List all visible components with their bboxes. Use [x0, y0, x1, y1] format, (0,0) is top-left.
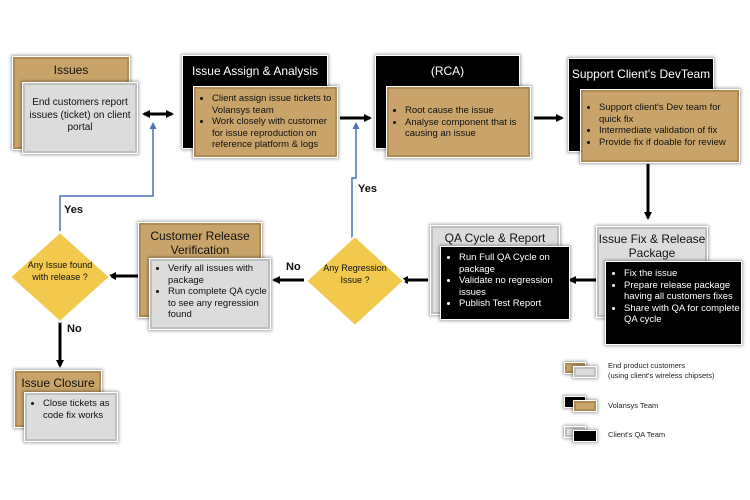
bullet: Support client's Dev team for quick fix [599, 102, 739, 125]
node-qa-title: QA Cycle & Report [444, 231, 546, 245]
node-issues-title: Issues [53, 63, 89, 77]
legend-label-customers: End product customers (using client's wi… [608, 361, 714, 381]
legend-swatch-volansys-front [573, 400, 597, 412]
bullet: Validate no regression issues [459, 275, 569, 298]
bullet: Work closely with customer for issue rep… [212, 116, 337, 151]
node-fix-title: Issue Fix & Release Package [598, 232, 706, 260]
legend-swatch-customers-front [573, 366, 597, 378]
node-closure-bullets: Close tickets as code fix works [25, 398, 117, 421]
label-no-regression: No [286, 261, 301, 273]
node-verify-bullets: Verify all issues with package Run compl… [150, 263, 270, 321]
legend-label-qa: Client's QA Team [608, 430, 666, 439]
node-closure-title: Issue Closure [21, 376, 95, 390]
node-rca-title: (RCA) [430, 64, 465, 78]
bullet: Client assign issue tickets to Volansys … [212, 93, 337, 116]
bullet: Run Full QA Cycle on package [459, 252, 569, 275]
label-yes-release: Yes [64, 204, 83, 216]
node-assign-title: Issue Assign & Analysis [191, 64, 319, 78]
node-verify-title: Customer Release Verification [150, 229, 250, 257]
node-support-bullets: Support client's Dev team for quick fix … [581, 102, 739, 148]
bullet: Publish Test Report [459, 298, 569, 310]
bullet: Run complete QA cycle to see any regress… [168, 286, 270, 321]
node-rca-bullets: Root cause the issue Analyse component t… [387, 105, 530, 140]
label-yes-regression: Yes [358, 183, 377, 195]
decision-release: Any Issue found with release ? [27, 260, 93, 282]
bullet: Intermediate validation of fix [599, 125, 739, 137]
node-assign-bullets: Client assign issue tickets to Volansys … [194, 93, 337, 151]
legend-label: End product customers [608, 361, 686, 370]
decision-regression: Any Regression Issue ? [323, 263, 387, 285]
bullet: Provide fix if doable for review [599, 137, 739, 149]
bullet: Fix the issue [624, 268, 741, 280]
legend-sublabel: (using client's wireless chipsets) [608, 371, 715, 380]
legend-swatch-qa-front [573, 430, 597, 442]
label-no-release: No [67, 323, 82, 335]
node-fix-bullets: Fix the issue Prepare release package ha… [606, 268, 741, 326]
node-qa-bullets: Run Full QA Cycle on package Validate no… [441, 252, 569, 310]
bullet: Root cause the issue [405, 105, 530, 117]
bullet: Verify all issues with package [168, 263, 270, 286]
bullet: Close tickets as code fix works [43, 398, 117, 421]
arrow-regression-yes [351, 122, 360, 242]
node-issues-body: End customers report issues (ticket) on … [29, 97, 131, 133]
node-support-title: Support Client's DevTeam [571, 67, 711, 81]
bullet: Share with QA for complete QA cycle [624, 303, 741, 326]
bullet: Analyse component that is causing an iss… [405, 117, 530, 140]
bullet: Prepare release package having all custo… [624, 280, 741, 303]
legend-label-volansys: Volansys Team [608, 401, 659, 410]
